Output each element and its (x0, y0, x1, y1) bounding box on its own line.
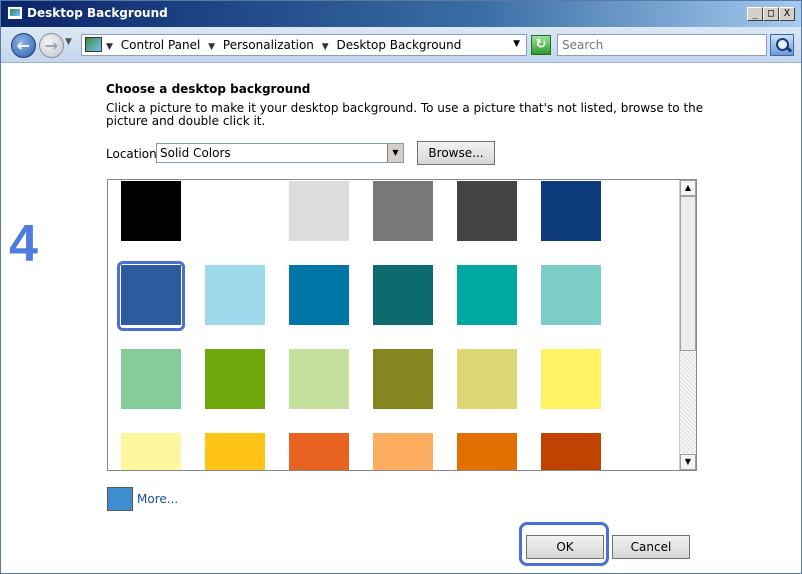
color-swatch[interactable] (373, 433, 433, 470)
color-swatch[interactable] (289, 265, 349, 325)
maximize-button[interactable]: □ (763, 7, 779, 21)
close-button[interactable]: X (779, 7, 795, 21)
breadcrumb: ▼ Control Panel ▼ Personalization ▼ Desk… (106, 38, 465, 52)
location-selected-value: Solid Colors (160, 146, 231, 160)
breadcrumb-control-panel[interactable]: Control Panel (121, 38, 201, 52)
selected-swatch-highlight (117, 261, 185, 331)
address-bar[interactable]: ▼ Control Panel ▼ Personalization ▼ Desk… (81, 34, 527, 56)
chevron-down-icon[interactable]: ▼ (208, 42, 215, 52)
color-swatch[interactable] (289, 433, 349, 470)
ok-button[interactable]: OK (526, 535, 604, 559)
color-swatch[interactable] (289, 181, 349, 241)
search-button[interactable] (770, 34, 794, 56)
color-swatch[interactable] (541, 349, 601, 409)
color-swatch[interactable] (121, 181, 181, 241)
desktop-background-window: Desktop Background _ □ X ← → ▼ ▼ Control… (0, 0, 802, 574)
color-swatch[interactable] (373, 349, 433, 409)
control-panel-icon (85, 37, 102, 52)
color-swatch[interactable] (457, 349, 517, 409)
window-title: Desktop Background (27, 6, 168, 20)
color-swatch[interactable] (457, 433, 517, 470)
page-title: Choose a desktop background (106, 82, 311, 96)
color-swatch[interactable] (541, 181, 601, 241)
minimize-button[interactable]: _ (747, 7, 763, 21)
display-icon (7, 6, 23, 20)
navigation-bar: ← → ▼ ▼ Control Panel ▼ Personalization … (1, 27, 801, 63)
content-area: 4 Choose a desktop background Click a pi… (1, 64, 801, 573)
breadcrumb-desktop-background[interactable]: Desktop Background (336, 38, 461, 52)
instructions-text: Click a picture to make it your desktop … (106, 101, 704, 128)
color-gallery: ▲ ▼ (107, 179, 697, 471)
refresh-button[interactable]: ↻ (531, 35, 551, 55)
color-swatch[interactable] (121, 349, 181, 409)
search-input[interactable] (557, 34, 767, 56)
chevron-down-icon[interactable]: ▼ (322, 42, 329, 52)
scroll-down-button[interactable]: ▼ (680, 454, 696, 470)
more-colors-swatch[interactable] (107, 487, 133, 511)
chevron-down-icon[interactable]: ▼ (387, 144, 403, 162)
cancel-button[interactable]: Cancel (612, 535, 690, 559)
color-swatch[interactable] (373, 181, 433, 241)
more-colors-link[interactable]: More... (137, 492, 178, 506)
breadcrumb-personalization[interactable]: Personalization (223, 38, 314, 52)
title-bar: Desktop Background _ □ X (1, 1, 801, 27)
address-dropdown-icon[interactable]: ▼ (513, 39, 520, 49)
color-swatch[interactable] (541, 265, 601, 325)
color-swatch[interactable] (205, 181, 265, 241)
vertical-scrollbar[interactable]: ▲ ▼ (679, 180, 696, 470)
color-swatch[interactable] (205, 265, 265, 325)
scrollbar-track[interactable] (680, 351, 696, 454)
scrollbar-thumb[interactable] (680, 196, 696, 351)
location-select[interactable]: Solid Colors ▼ (156, 143, 404, 163)
scroll-up-button[interactable]: ▲ (680, 180, 696, 196)
color-swatch[interactable] (373, 265, 433, 325)
forward-arrow-icon: → (44, 36, 59, 55)
color-swatch[interactable] (457, 265, 517, 325)
color-swatch[interactable] (205, 433, 265, 470)
back-arrow-icon: ← (16, 36, 31, 55)
color-swatch[interactable] (121, 433, 181, 470)
browse-button[interactable]: Browse... (417, 141, 495, 165)
color-swatch[interactable] (541, 433, 601, 470)
color-swatch[interactable] (289, 349, 349, 409)
color-swatch[interactable] (205, 349, 265, 409)
location-label: Location (106, 147, 157, 161)
recent-pages-dropdown-icon[interactable]: ▼ (65, 37, 72, 47)
color-swatch[interactable] (457, 181, 517, 241)
forward-button[interactable]: → (39, 33, 64, 58)
back-button[interactable]: ← (11, 33, 36, 58)
step-number: 4 (9, 215, 38, 273)
chevron-down-icon[interactable]: ▼ (106, 42, 113, 52)
refresh-icon: ↻ (535, 37, 547, 52)
